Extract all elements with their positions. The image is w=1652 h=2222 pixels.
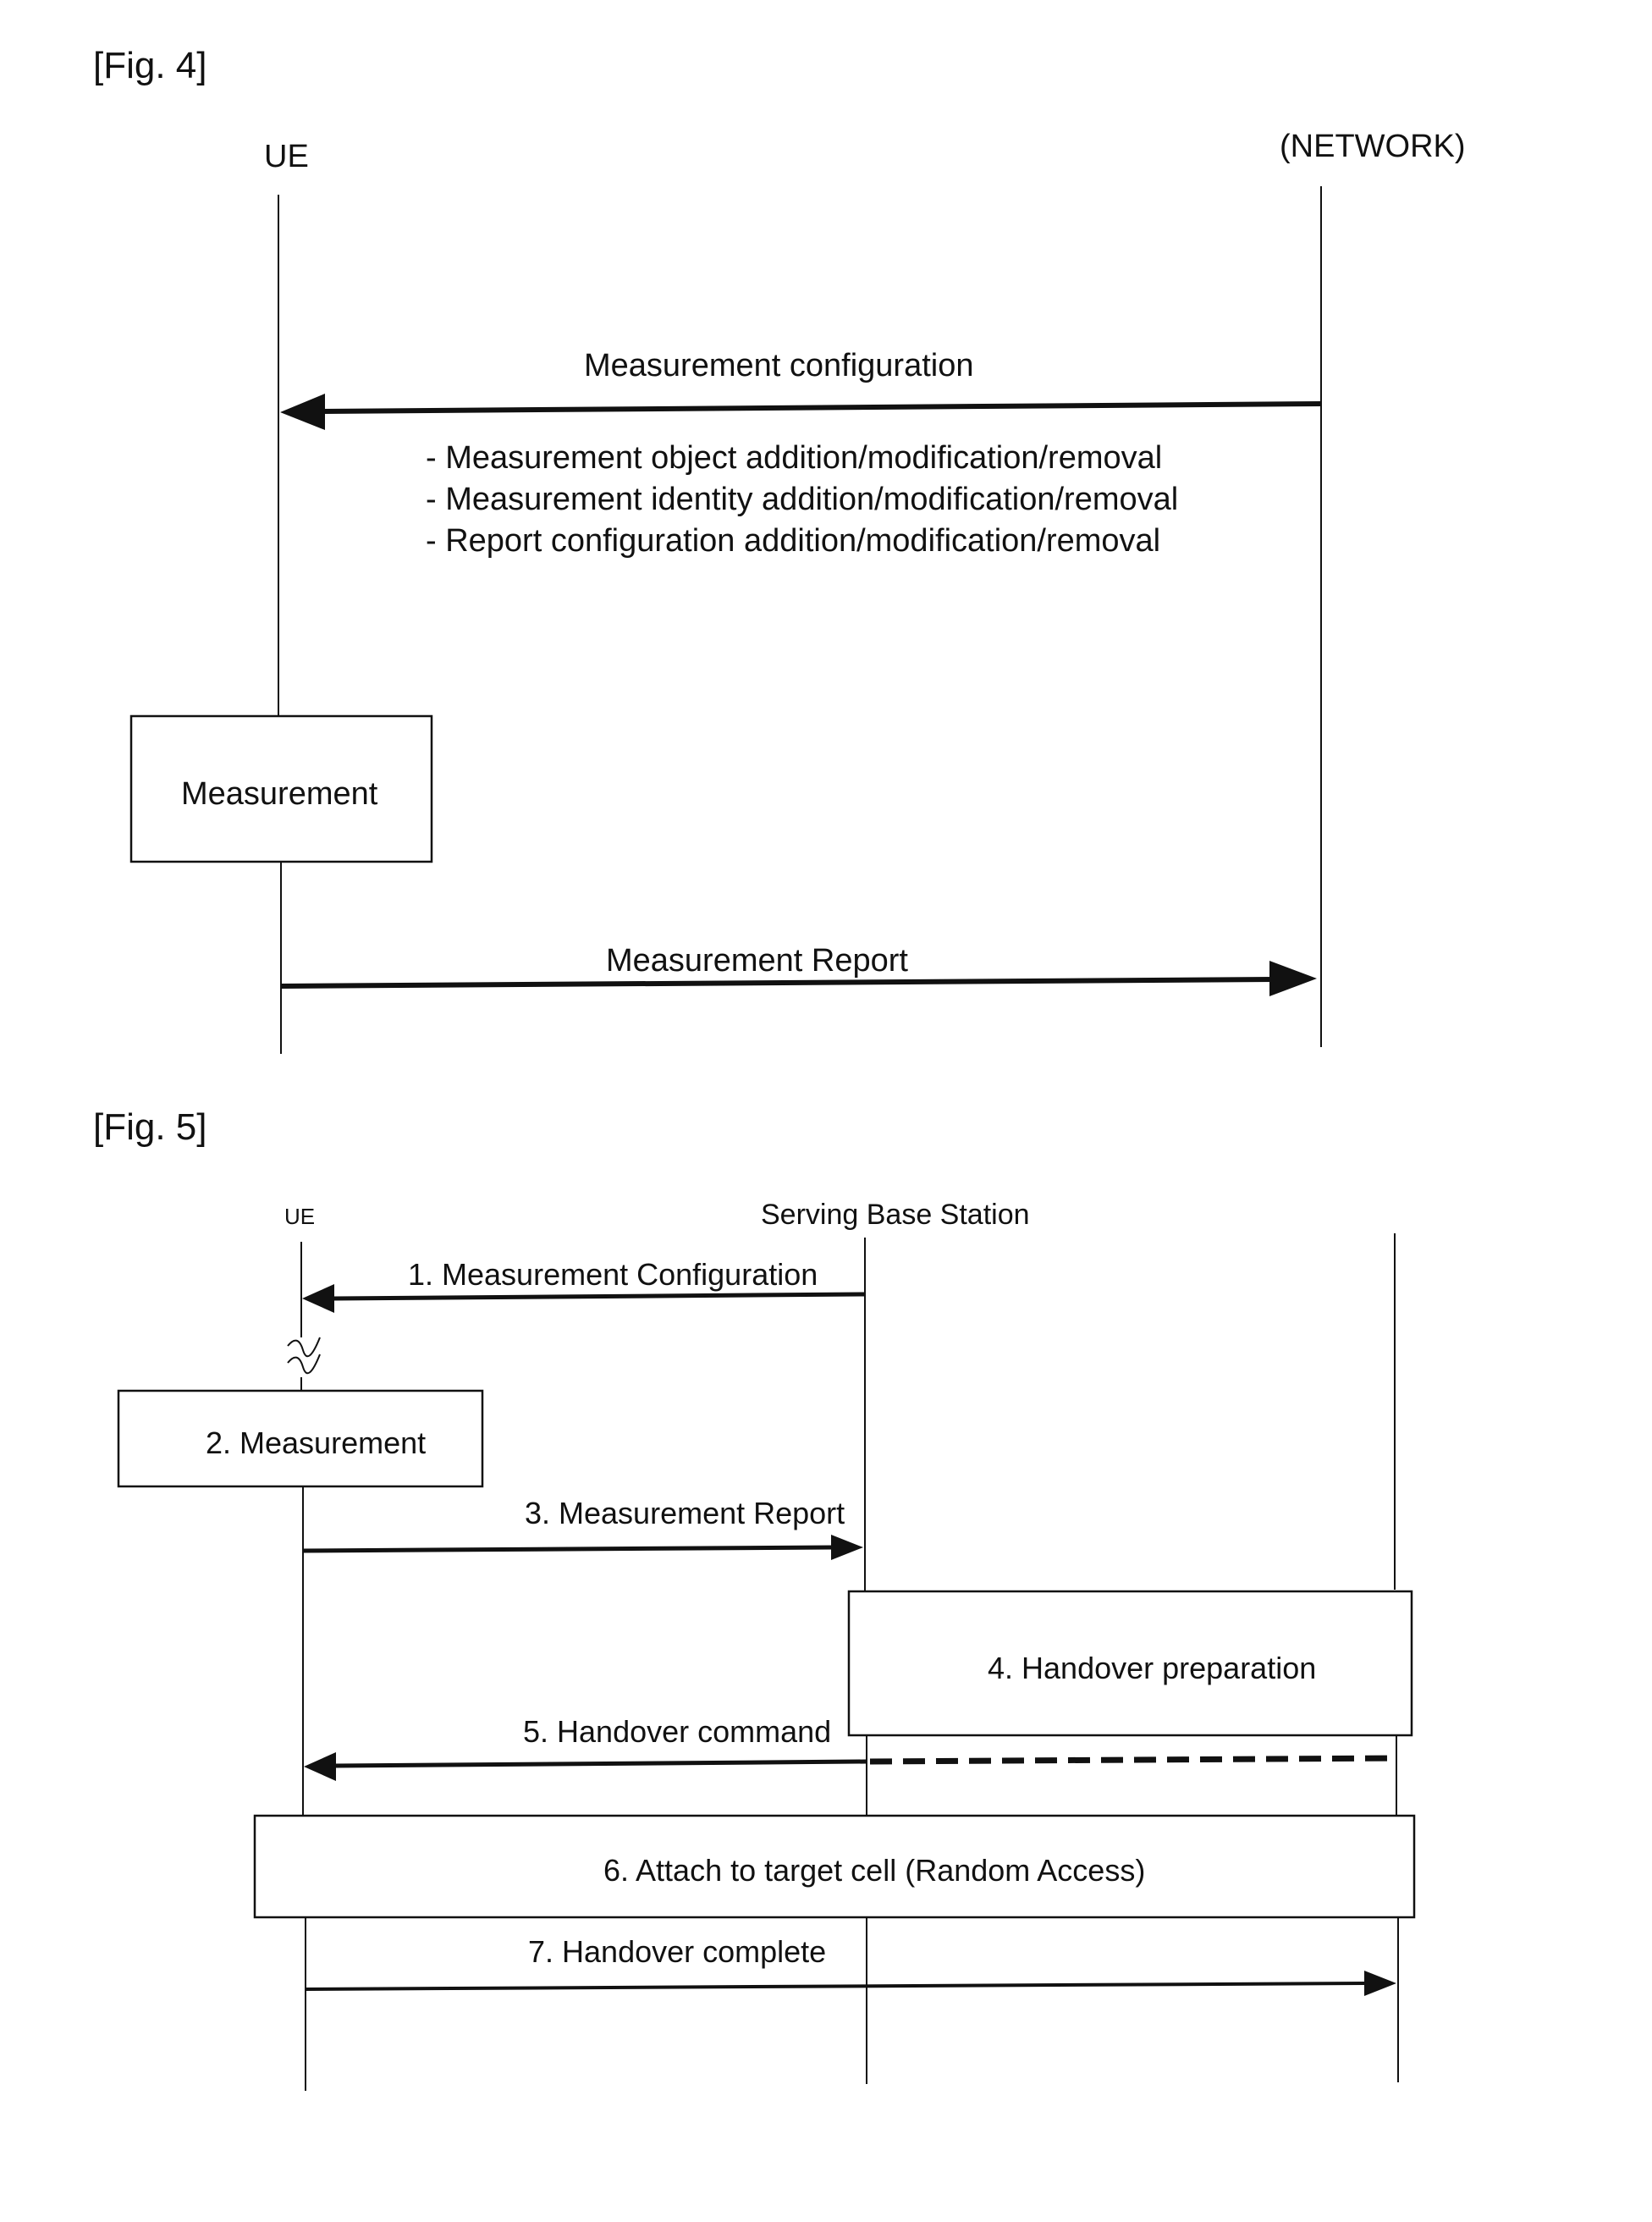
fig5-step3-arrow-line bbox=[302, 1545, 834, 1553]
fig5-step1-arrowhead bbox=[302, 1284, 334, 1313]
fig5-step5-arrow-line bbox=[335, 1759, 867, 1768]
fig4-actor-network: (NETWORK) bbox=[1280, 129, 1466, 164]
fig4-measurement-box-label: Measurement bbox=[181, 776, 378, 812]
fig4-report-arrow-line bbox=[280, 977, 1275, 989]
fig5-step2-label: 2. Measurement bbox=[206, 1425, 426, 1460]
fig5-step7-arrowhead bbox=[1364, 1971, 1396, 1996]
fig5-step7-label: 7. Handover complete bbox=[528, 1934, 826, 1969]
figure-4: [Fig. 4] UE (NETWORK) Measurement config… bbox=[93, 45, 1466, 1054]
fig5-actor-ue: UE bbox=[284, 1204, 315, 1229]
fig4-report-label: Measurement Report bbox=[606, 943, 908, 979]
figure-5: [Fig. 5] UE Serving Base Station 1. Meas… bbox=[93, 1106, 1416, 2091]
fig4-actor-ue: UE bbox=[264, 139, 309, 174]
diagram-canvas: [Fig. 4] UE (NETWORK) Measurement config… bbox=[93, 45, 1466, 2091]
fig5-step4-label: 4. Handover preparation bbox=[988, 1651, 1316, 1685]
fig5-label: [Fig. 5] bbox=[93, 1106, 207, 1148]
fig5-step7-arrow-line bbox=[305, 1982, 1365, 1991]
fig5-step1-label: 1. Measurement Configuration bbox=[408, 1257, 818, 1292]
fig4-config-label: Measurement configuration bbox=[584, 348, 973, 383]
fig5-step5-arrowhead bbox=[304, 1752, 336, 1781]
fig4-report-arrowhead bbox=[1269, 961, 1317, 996]
fig5-step3-arrowhead bbox=[831, 1535, 863, 1560]
fig4-config-arrowhead bbox=[280, 394, 325, 430]
fig5-step5-dashed-line bbox=[869, 1755, 1397, 1765]
fig5-step3-label: 3. Measurement Report bbox=[525, 1496, 845, 1530]
fig5-step5-label: 5. Handover command bbox=[523, 1714, 831, 1749]
fig4-bullet-1: - Measurement object addition/modificati… bbox=[426, 440, 1162, 476]
fig5-step6-label: 6. Attach to target cell (Random Access) bbox=[603, 1853, 1145, 1888]
fig4-config-arrow-line bbox=[321, 401, 1322, 414]
fig4-bullet-3: - Report configuration addition/modifica… bbox=[426, 523, 1160, 559]
fig4-label: [Fig. 4] bbox=[93, 45, 207, 86]
fig4-bullet-2: - Measurement identity addition/modifica… bbox=[426, 482, 1178, 517]
fig5-time-break-icon-2 bbox=[287, 1354, 321, 1375]
fig5-step1-arrow-line bbox=[333, 1292, 866, 1301]
fig5-time-break-icon bbox=[287, 1337, 321, 1358]
fig5-actor-serving-bs: Serving Base Station bbox=[761, 1199, 1030, 1231]
